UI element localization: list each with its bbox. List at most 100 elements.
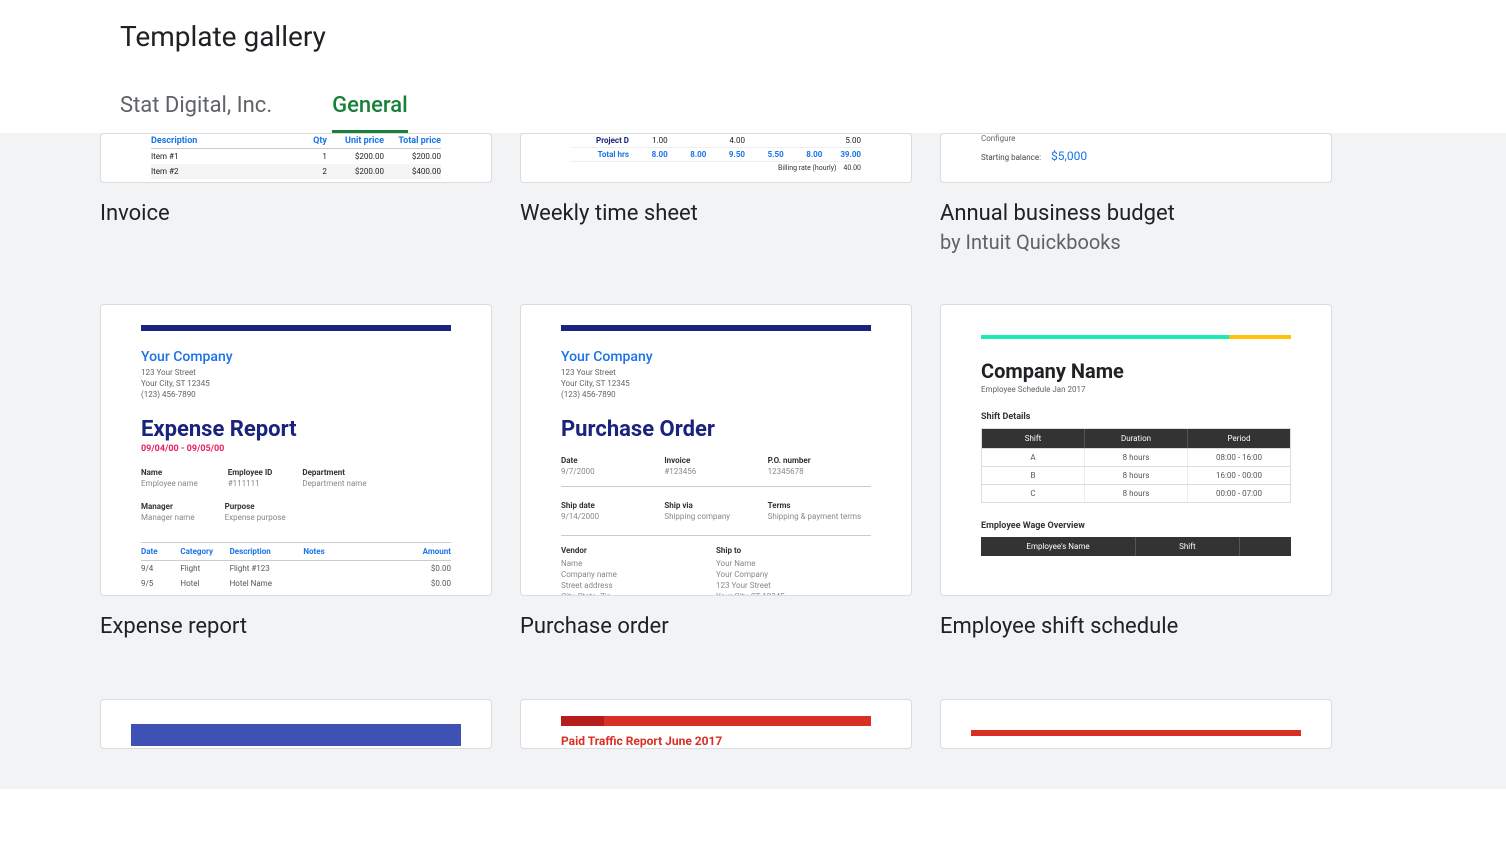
template-card-row3-b[interactable]: Paid Traffic Report June 2017 <box>520 699 912 749</box>
exp-f2-0-lbl: Manager <box>141 502 195 511</box>
thumb-timesheet: Project D 1.00 4.00 5.00 Total hrs 8.00 … <box>520 133 912 183</box>
po-addr-2: (123) 456-7890 <box>561 389 871 400</box>
exp-tr0-3 <box>303 564 401 573</box>
inv-r2-c4: $400.00 <box>384 167 441 176</box>
exp-tr1-1: Hotel <box>180 579 229 588</box>
po-f2-2-val: Shipping & payment terms <box>768 512 871 521</box>
exp-f2-1-lbl: Purpose <box>225 502 286 511</box>
exp-f1-2-val: Department name <box>302 479 366 488</box>
exp-tr1-2: Hotel Name <box>230 579 304 588</box>
exp-dates: 09/04/00 - 09/05/00 <box>141 444 451 454</box>
template-card-expense[interactable]: Your Company 123 Your Street Your City, … <box>100 304 492 639</box>
page-title: Template gallery <box>120 20 1386 53</box>
emp-th-0: Shift <box>982 429 1085 448</box>
inv-r1-c2: 1 <box>294 152 327 161</box>
po-company: Your Company <box>561 349 871 365</box>
emp-tr2-1: 8 hours <box>1085 485 1188 502</box>
po-vendor-lbl: Vendor <box>561 546 716 555</box>
tab-org[interactable]: Stat Digital, Inc. <box>120 93 272 133</box>
po-addr-0: 123 Your Street <box>561 367 871 378</box>
exp-addr-1: Your City, ST 12345 <box>141 378 451 389</box>
emp-company: Company Name <box>981 359 1291 383</box>
tab-general[interactable]: General <box>332 93 408 133</box>
po-doc-title: Purchase Order <box>561 417 871 442</box>
exp-tr1-4: $0.00 <box>402 579 451 588</box>
tabs: Stat Digital, Inc. General <box>120 93 1386 133</box>
template-card-invoice[interactable]: Description Qty Unit price Total price I… <box>100 133 492 254</box>
exp-company: Your Company <box>141 349 451 365</box>
ts-r2-v1: 8.00 <box>668 150 707 159</box>
po-shipto-lbl: Ship to <box>716 546 871 555</box>
po-addr-1: Your City, ST 12345 <box>561 378 871 389</box>
thumb-expense: Your Company 123 Your Street Your City, … <box>100 304 492 596</box>
emp-bar <box>981 335 1291 339</box>
template-card-budget[interactable]: Configure Starting balance: $5,000 Annua… <box>940 133 1332 254</box>
template-card-employee[interactable]: Company Name Employee Schedule Jan 2017 … <box>940 304 1332 639</box>
exp-f1-0-val: Employee name <box>141 479 198 488</box>
thumb-employee: Company Name Employee Schedule Jan 2017 … <box>940 304 1332 596</box>
po-f1-2-val: 12345678 <box>768 467 871 476</box>
card-title-invoice: Invoice <box>100 201 492 226</box>
po-shipto-3: Your City, ST 12345 <box>716 591 871 596</box>
exp-f2-0-val: Manager name <box>141 513 195 522</box>
exp-addr-2: (123) 456-7890 <box>141 389 451 400</box>
ts-r1-v2: 4.00 <box>706 136 745 145</box>
po-shipto-0: Your Name <box>716 558 871 569</box>
exp-bar <box>141 325 451 331</box>
po-shipto-2: 123 Your Street <box>716 580 871 591</box>
template-card-row3-c[interactable] <box>940 699 1332 749</box>
template-card-row3-a[interactable] <box>100 699 492 749</box>
po-vendor-0: Name <box>561 558 716 569</box>
inv-r1-c3: $200.00 <box>327 152 384 161</box>
exp-th-3: Notes <box>303 547 401 556</box>
ts-r1-v3 <box>745 136 784 145</box>
bud-line1: Configure <box>981 134 1291 143</box>
content: Description Qty Unit price Total price I… <box>0 133 1506 789</box>
exp-tr1-3 <box>303 579 401 588</box>
ts-r2-v2: 9.50 <box>706 150 745 159</box>
template-card-purchase[interactable]: Your Company 123 Your Street Your City, … <box>520 304 912 639</box>
emp-tr1-1: 8 hours <box>1085 467 1188 484</box>
emp-tr1-0: B <box>982 467 1085 484</box>
po-f2-0-val: 9/14/2000 <box>561 512 664 521</box>
card-title-purchase: Purchase order <box>520 614 912 639</box>
card-sub-budget: by Intuit Quickbooks <box>940 230 1332 254</box>
ts-r2-v0: 8.00 <box>629 150 668 159</box>
emp-th-2: Period <box>1188 429 1290 448</box>
exp-f1-1-val: #111111 <box>228 479 273 488</box>
ts-note-val: 40.00 <box>843 164 861 172</box>
exp-th-1: Category <box>180 547 229 556</box>
emp-th-1: Duration <box>1085 429 1188 448</box>
exp-th-0: Date <box>141 547 180 556</box>
emp-th2-2 <box>1240 537 1291 556</box>
ts-r2-v3: 5.50 <box>745 150 784 159</box>
po-vendor-3: City, State, Zip <box>561 591 716 596</box>
ts-r2-lbl: Total hrs <box>571 150 629 159</box>
emp-tr2-2: 00:00 - 07:00 <box>1188 485 1290 502</box>
ts-r2-v5: 39.00 <box>822 150 861 159</box>
ts-note-lbl: Billing rate (hourly) <box>778 164 836 172</box>
card-title-budget: Annual business budget <box>940 201 1332 226</box>
emp-th2-1: Shift <box>1136 537 1240 556</box>
emp-tr0-1: 8 hours <box>1085 449 1188 466</box>
exp-addr-0: 123 Your Street <box>141 367 451 378</box>
thumb-row3-b: Paid Traffic Report June 2017 <box>520 699 912 749</box>
exp-th-2: Description <box>230 547 304 556</box>
emp-sect1: Shift Details <box>981 412 1291 422</box>
template-card-timesheet[interactable]: Project D 1.00 4.00 5.00 Total hrs 8.00 … <box>520 133 912 254</box>
inv-r2-c1: Item #2 <box>151 167 294 176</box>
ts-r1-lbl: Project D <box>571 136 629 145</box>
emp-tr0-0: A <box>982 449 1085 466</box>
exp-f1-0-lbl: Name <box>141 468 198 477</box>
ts-r1-v4 <box>784 136 823 145</box>
bud-line2-lbl: Starting balance: <box>981 153 1041 162</box>
bud-line2-val: $5,000 <box>1051 149 1087 163</box>
thumb-budget: Configure Starting balance: $5,000 <box>940 133 1332 183</box>
po-vendor-2: Street address <box>561 580 716 591</box>
po-f1-0-val: 9/7/2000 <box>561 467 664 476</box>
thumb-row3-a <box>100 699 492 749</box>
header: Template gallery Stat Digital, Inc. Gene… <box>0 0 1506 133</box>
po-shipto-1: Your Company <box>716 569 871 580</box>
inv-head-total: Total price <box>384 136 441 146</box>
exp-f2-1-val: Expense purpose <box>225 513 286 522</box>
